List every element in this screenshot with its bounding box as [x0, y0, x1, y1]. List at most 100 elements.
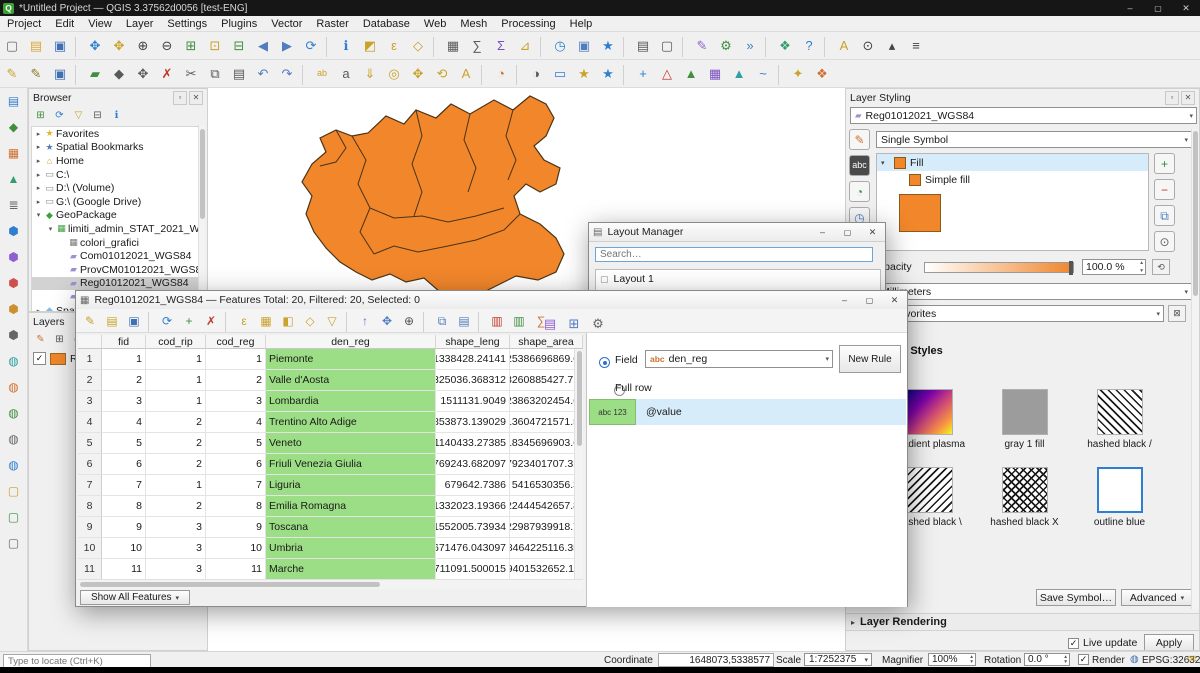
- cell-cod_rip[interactable]: 1: [146, 370, 206, 391]
- current-edits-icon[interactable]: ✎: [1, 63, 23, 85]
- window-titlebar[interactable]: Q *Untitled Project — QGIS 3.37562d0056 …: [0, 0, 1200, 16]
- feature-filter-button[interactable]: Show All Features: [80, 590, 190, 605]
- cell-shape_area[interactable]: 22987939918.7: [510, 517, 583, 538]
- conditional-rule-row[interactable]: @value: [636, 399, 906, 425]
- preview-mode-icon[interactable]: ◑: [525, 63, 547, 85]
- unit-combo[interactable]: Millimeters: [876, 283, 1192, 300]
- table-horizontal-scrollbar[interactable]: [78, 579, 583, 589]
- rotate-label-icon[interactable]: ⟲: [431, 63, 453, 85]
- add-oracle-layer-icon[interactable]: ⬢: [3, 298, 25, 320]
- cell-fid[interactable]: 6: [102, 454, 146, 475]
- symbol-tree-fill[interactable]: Fill: [877, 154, 1148, 171]
- cell-shape_leng[interactable]: 1140433.27385: [436, 433, 510, 454]
- style-manager-icon[interactable]: ✎: [691, 35, 713, 57]
- browser-item[interactable]: ▸★Favorites: [32, 127, 204, 141]
- expand-arrow-icon[interactable]: ▸: [34, 143, 43, 151]
- add-postgis-layer-icon[interactable]: ⬢: [3, 220, 25, 242]
- add-virtual-layer-icon[interactable]: ⬢: [3, 324, 25, 346]
- attribute-table-maximize-button[interactable]: [857, 291, 882, 309]
- new-field-icon[interactable]: ▥: [509, 311, 529, 331]
- move-label-icon[interactable]: ✥: [407, 63, 429, 85]
- style-item-gray[interactable]: gray 1 fill: [977, 389, 1072, 451]
- select-features-icon[interactable]: ◩: [359, 35, 381, 57]
- cut-features-icon[interactable]: ✂: [180, 63, 202, 85]
- diagram-options-icon[interactable]: ◔: [490, 63, 512, 85]
- browser-item[interactable]: ▰Com01012021_WGS84: [32, 249, 204, 263]
- opacity-spinbox[interactable]: 100.0 %: [1082, 259, 1146, 275]
- delete-selected-icon[interactable]: ✗: [156, 63, 178, 85]
- attribute-table-minimize-button[interactable]: [832, 291, 857, 309]
- add-mssql-layer-icon[interactable]: ⬢: [3, 272, 25, 294]
- invert-selection-icon[interactable]: ◧: [278, 311, 298, 331]
- menu-web[interactable]: Web: [417, 16, 453, 31]
- cell-cod_rip[interactable]: 3: [146, 559, 206, 579]
- browser-item[interactable]: ▾▦limiti_admin_STAT_2021_WGS84.gpkg: [32, 222, 204, 236]
- save-symbol-button[interactable]: Save Symbol…: [1036, 589, 1116, 606]
- magnifier-spinbox[interactable]: 100%: [928, 653, 976, 666]
- collapse-arrow-icon[interactable]: [881, 159, 890, 167]
- zoom-in-icon[interactable]: ⊕: [132, 35, 154, 57]
- cell-den_reg[interactable]: Emilia Romagna: [266, 496, 436, 517]
- menu-raster[interactable]: Raster: [309, 16, 355, 31]
- cell-cod_rip[interactable]: 1: [146, 475, 206, 496]
- scale-combo[interactable]: 1:7252375: [804, 653, 872, 666]
- open-layer-styling-panel-icon[interactable]: ✎: [32, 331, 49, 348]
- expand-arrow-icon[interactable]: ▸: [34, 184, 43, 192]
- new-spatial-bookmark-icon[interactable]: ★: [573, 63, 595, 85]
- cell-den_reg[interactable]: Umbria: [266, 538, 436, 559]
- pan-to-selection-icon[interactable]: ✥: [108, 35, 130, 57]
- toggle-editing-icon[interactable]: ✎: [25, 63, 47, 85]
- paste-features-icon[interactable]: ▤: [228, 63, 250, 85]
- cell-shape_area[interactable]: 9401532652.11: [510, 559, 583, 579]
- cell-fid[interactable]: 8: [102, 496, 146, 517]
- dock-attribute-table-icon[interactable]: ⊞: [563, 312, 585, 334]
- row-number[interactable]: 4: [78, 412, 102, 433]
- zoom-full-icon[interactable]: ⊞: [180, 35, 202, 57]
- new-print-layout-icon[interactable]: ▢: [656, 35, 678, 57]
- vertex-tool-icon[interactable]: ◆: [108, 63, 130, 85]
- symbology-tab-icon[interactable]: ✎: [849, 129, 870, 150]
- styling-scrollbar[interactable]: [1191, 129, 1199, 609]
- row-number[interactable]: 8: [78, 496, 102, 517]
- cell-shape_area[interactable]: 18345696903.6: [510, 433, 583, 454]
- advanced-button[interactable]: Advanced: [1121, 589, 1193, 606]
- cell-cod_rip[interactable]: 1: [146, 391, 206, 412]
- browser-item[interactable]: ▸▭D:\ (Volume): [32, 181, 204, 195]
- cell-fid[interactable]: 7: [102, 475, 146, 496]
- cell-fid[interactable]: 9: [102, 517, 146, 538]
- topology-checker-icon[interactable]: ▲: [680, 63, 702, 85]
- refresh-browser-icon[interactable]: ⟳: [51, 107, 68, 124]
- layout-manager-titlebar[interactable]: ▤ Layout Manager: [589, 223, 885, 242]
- menu-project[interactable]: Project: [0, 16, 48, 31]
- geometry-checker-icon[interactable]: △: [656, 63, 678, 85]
- style-item-hash-fwd[interactable]: hashed black /: [1072, 389, 1167, 451]
- cell-cod_rip[interactable]: 2: [146, 412, 206, 433]
- cell-cod_reg[interactable]: 3: [206, 391, 266, 412]
- cell-den_reg[interactable]: Lombardia: [266, 391, 436, 412]
- add-arcgis-rest-layer-icon[interactable]: ◍: [3, 454, 25, 476]
- select-by-expression-icon[interactable]: ε: [383, 35, 405, 57]
- cell-shape_leng[interactable]: 711091.500015: [436, 559, 510, 579]
- osm-place-search-icon[interactable]: ⊙: [857, 35, 879, 57]
- layer-visibility-checkbox[interactable]: [33, 352, 46, 365]
- cell-cod_reg[interactable]: 5: [206, 433, 266, 454]
- styling-layer-combo[interactable]: ▰ Reg01012021_WGS84: [850, 107, 1197, 124]
- open-project-icon[interactable]: ▤: [25, 35, 47, 57]
- menu-processing[interactable]: Processing: [494, 16, 562, 31]
- add-delimited-text-layer-icon[interactable]: ≣: [3, 194, 25, 216]
- add-xyz-layer-icon[interactable]: ◍: [3, 428, 25, 450]
- show-layout-manager-icon[interactable]: ▤: [632, 35, 654, 57]
- close-browser-button[interactable]: [189, 91, 203, 105]
- open-attribute-table-icon[interactable]: ▦: [442, 35, 464, 57]
- render-checkbox[interactable]: [1078, 654, 1089, 665]
- delete-selected-features-icon[interactable]: ✗: [201, 311, 221, 331]
- cell-shape_area[interactable]: 22444542657.8: [510, 496, 583, 517]
- row-number[interactable]: 10: [78, 538, 102, 559]
- menu-database[interactable]: Database: [356, 16, 417, 31]
- add-wfs-layer-icon[interactable]: ◍: [3, 402, 25, 424]
- column-header-shape-area[interactable]: shape_area: [510, 335, 583, 349]
- live-update-checkbox[interactable]: [1068, 638, 1079, 649]
- cell-cod_reg[interactable]: 1: [206, 349, 266, 370]
- cell-cod_rip[interactable]: 3: [146, 538, 206, 559]
- zoom-to-layer-icon[interactable]: ⊟: [228, 35, 250, 57]
